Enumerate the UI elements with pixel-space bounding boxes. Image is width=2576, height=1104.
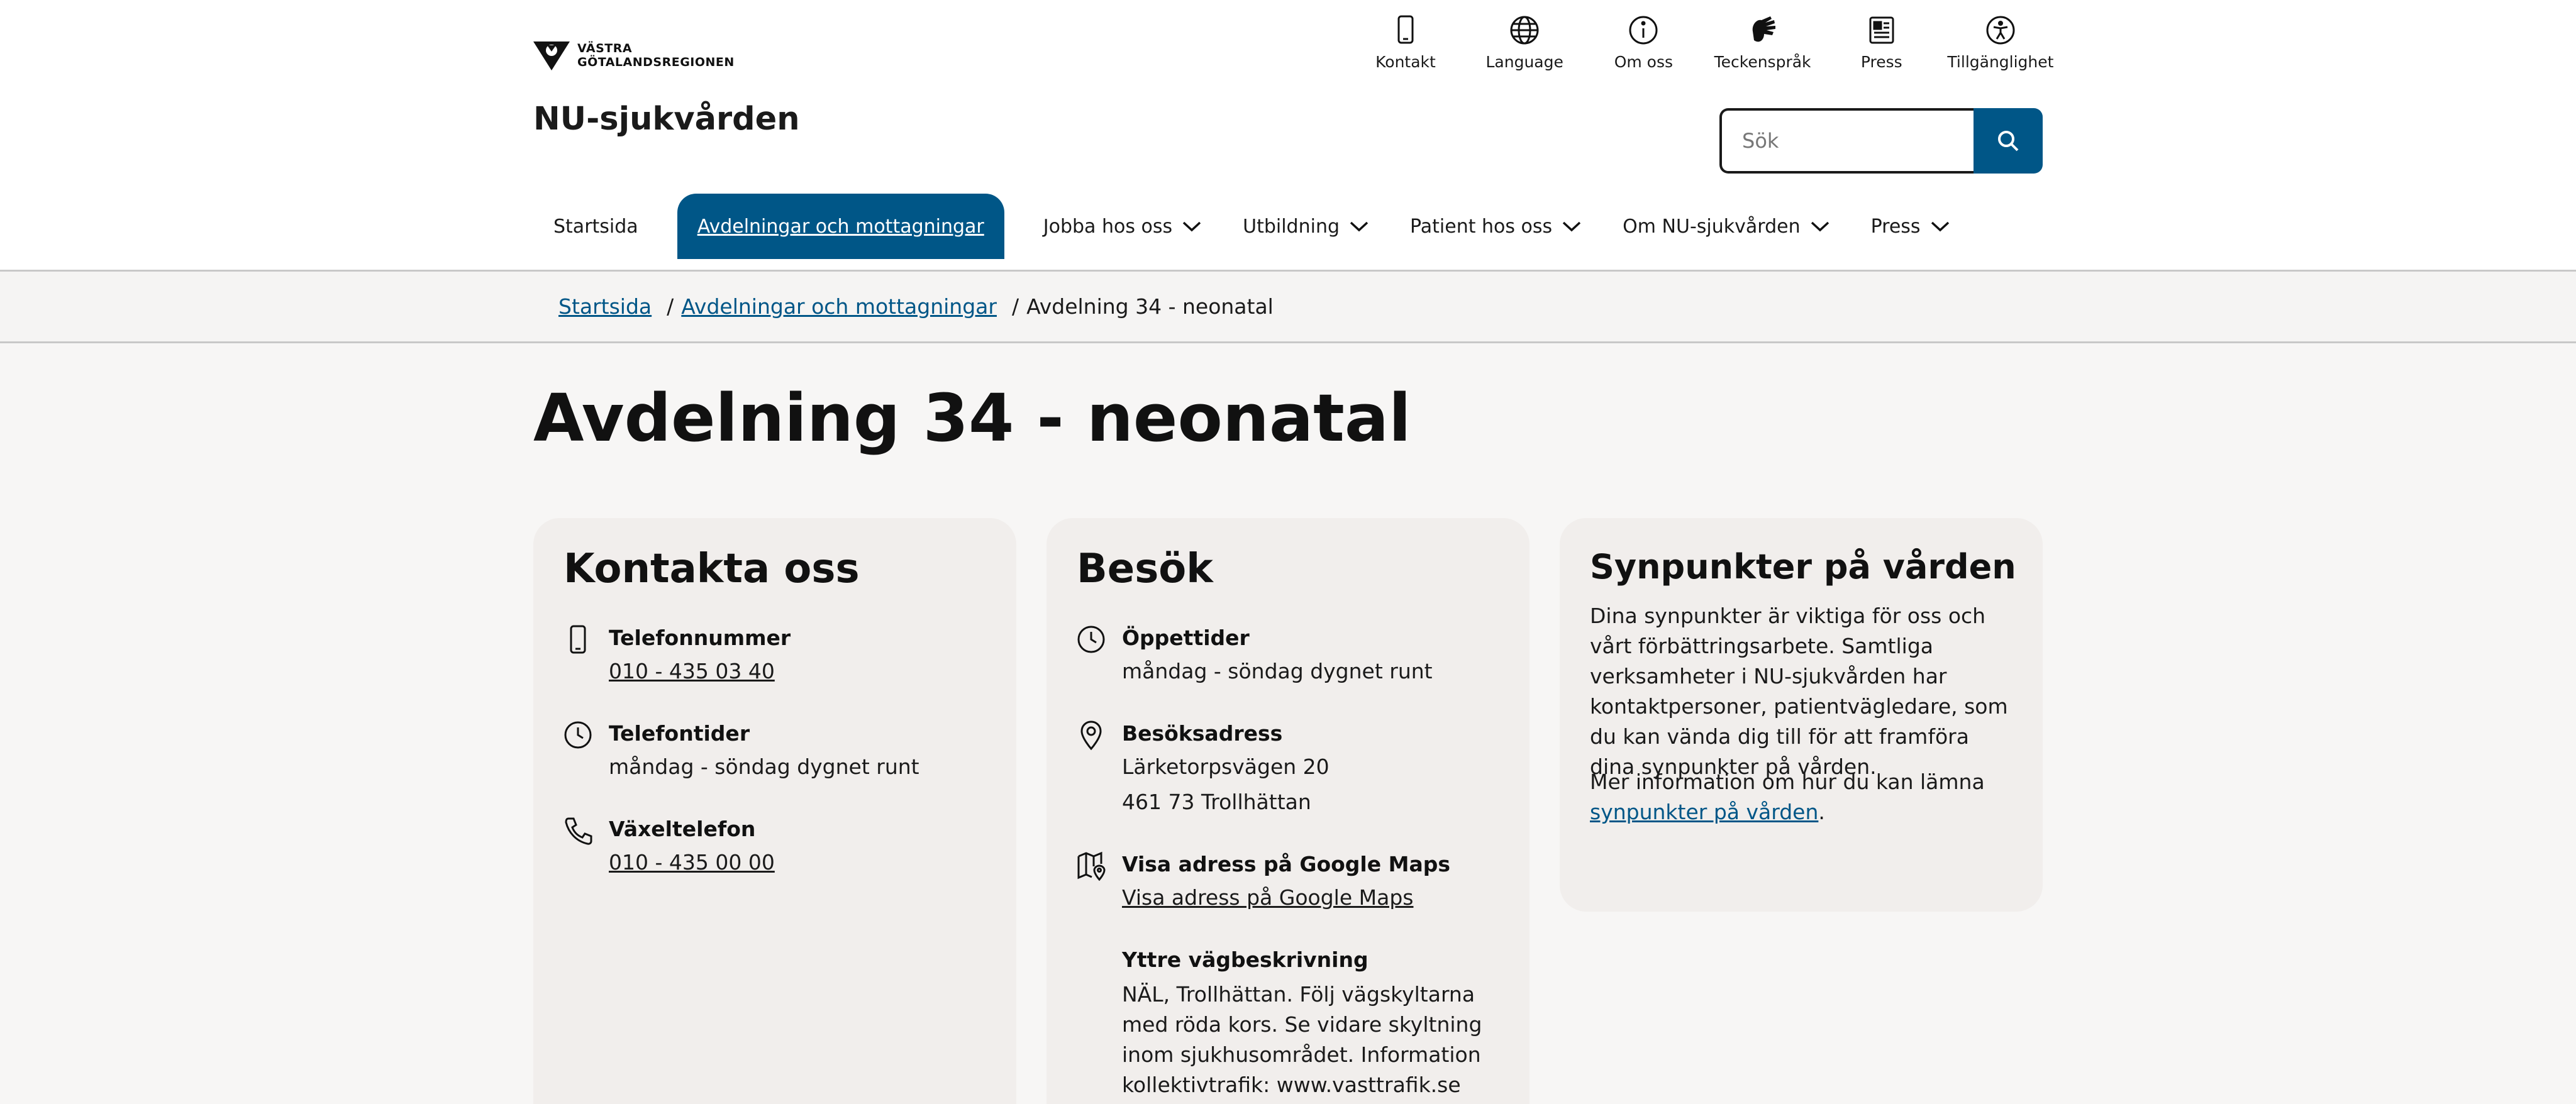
utility-kontakt[interactable]: Kontakt	[1358, 11, 1453, 71]
breadcrumb-separator: /	[1011, 294, 1019, 319]
logo-mark-icon	[533, 41, 570, 70]
nav-startsida[interactable]: Startsida	[533, 194, 658, 259]
nav-utbildning[interactable]: Utbildning	[1223, 194, 1390, 259]
search-input[interactable]	[1719, 108, 1974, 174]
visit-card-title: Besök	[1077, 546, 1213, 592]
newspaper-icon	[1869, 16, 1894, 44]
switchboard-link[interactable]: 010 - 435 00 00	[609, 850, 775, 875]
utility-label: Kontakt	[1375, 53, 1436, 71]
address-label: Besöksadress	[1122, 721, 1283, 746]
hours-value: måndag - söndag dygnet runt	[609, 754, 919, 779]
site-title[interactable]: NU-sjukvården	[533, 101, 800, 138]
opening-value: måndag - söndag dygnet runt	[1122, 659, 1433, 683]
utility-om-oss[interactable]: Om oss	[1596, 11, 1690, 71]
maps-label: Visa adress på Google Maps	[1122, 852, 1450, 876]
feedback-card-title: Synpunkter på vården	[1590, 547, 2016, 587]
opening-label: Öppettider	[1122, 626, 1250, 650]
feedback-paragraph-1: Dina synpunkter är viktiga för oss och v…	[1590, 604, 2008, 779]
breadcrumb: Startsida / Avdelningar och mottagningar…	[0, 272, 2576, 343]
chevron-down-icon	[1350, 221, 1368, 232]
utility-nav: Kontakt Language Om oss Teckenspråk Pres…	[1358, 11, 2053, 71]
phone-icon	[570, 625, 586, 654]
utility-teckensprak[interactable]: Teckenspråk	[1714, 11, 1811, 71]
utility-language[interactable]: Language	[1477, 11, 1572, 71]
utility-label: Teckenspråk	[1714, 53, 1811, 71]
clock-icon	[1077, 626, 1105, 653]
utility-press[interactable]: Press	[1835, 11, 1929, 71]
contact-card-title: Kontakta oss	[564, 546, 860, 592]
feedback-paragraph-2: Mer information om hur du kan lämna synp…	[1590, 770, 1985, 824]
globe-icon	[1510, 16, 1539, 45]
page-title: Avdelning 34 - neonatal	[533, 380, 1411, 456]
info-icon	[1629, 16, 1658, 45]
nav-avdelningar[interactable]: Avdelningar och mottagningar	[677, 194, 1004, 259]
sign-language-icon	[1752, 16, 1775, 42]
telephone-handset-icon	[565, 817, 592, 845]
clock-icon	[564, 721, 592, 749]
nav-jobba-hos-oss[interactable]: Jobba hos oss	[1023, 194, 1223, 259]
phone-label: Telefonnummer	[609, 626, 791, 650]
search-icon	[1998, 131, 2019, 152]
breadcrumb-current: Avdelning 34 - neonatal	[1026, 294, 1274, 319]
map-pin-icon	[1077, 851, 1106, 881]
phone-link[interactable]: 010 - 435 03 40	[609, 659, 775, 683]
chevron-down-icon	[1931, 221, 1949, 232]
nav-om-nu-sjukvarden[interactable]: Om NU-sjukvården	[1602, 194, 1850, 259]
utility-label: Tillgänglighet	[1947, 53, 2054, 71]
chevron-down-icon	[1562, 221, 1581, 232]
nav-press[interactable]: Press	[1851, 194, 1971, 259]
nav-patient-hos-oss[interactable]: Patient hos oss	[1390, 194, 1602, 259]
breadcrumb-separator: /	[667, 294, 674, 319]
main-nav: Startsida Avdelningar och mottagningar J…	[533, 194, 1971, 259]
contact-card: Kontakta oss Telefonnummer 010 - 435 03 …	[533, 518, 1016, 1104]
site-header: VÄSTRA GÖTALANDSREGIONEN NU-sjukvården K…	[0, 0, 2576, 272]
visit-card: Besök Öppettider måndag - söndag dygnet …	[1046, 518, 1530, 1104]
accessibility-icon	[1986, 16, 2015, 45]
utility-label: Language	[1485, 53, 1563, 71]
google-maps-link[interactable]: Visa adress på Google Maps	[1122, 885, 1413, 910]
chevron-down-icon	[1811, 221, 1829, 232]
location-pin-icon	[1080, 720, 1102, 751]
address-line-2: 461 73 Trollhättan	[1122, 790, 1311, 814]
utility-tillganglighet[interactable]: Tillgänglighet	[1947, 11, 2053, 71]
address-line-1: Lärketorpsvägen 20	[1122, 754, 1330, 779]
feedback-card: Synpunkter på vården Dina synpunkter är …	[1560, 518, 2043, 912]
chevron-down-icon	[1182, 221, 1201, 232]
hours-label: Telefontider	[609, 721, 750, 746]
search-button[interactable]	[1974, 108, 2043, 174]
logo-line-2: GÖTALANDSREGIONEN	[577, 55, 735, 69]
breadcrumb-section-link[interactable]: Avdelningar och mottagningar	[681, 294, 997, 319]
utility-label: Press	[1860, 53, 1902, 71]
directions-text: NÄL, Trollhättan. Följ vägskyltarna med …	[1122, 982, 1482, 1097]
directions-label: Yttre vägbeskrivning	[1122, 947, 1368, 972]
breadcrumb-home-link[interactable]: Startsida	[558, 294, 652, 319]
feedback-link[interactable]: synpunkter på vården	[1590, 800, 1818, 824]
search-form	[1719, 108, 2043, 174]
logo-line-1: VÄSTRA	[577, 41, 633, 55]
switchboard-label: Växeltelefon	[609, 817, 756, 841]
phone-icon	[1397, 15, 1414, 44]
vgr-logo[interactable]: VÄSTRA GÖTALANDSREGIONEN	[533, 39, 735, 72]
utility-label: Om oss	[1614, 53, 1674, 71]
